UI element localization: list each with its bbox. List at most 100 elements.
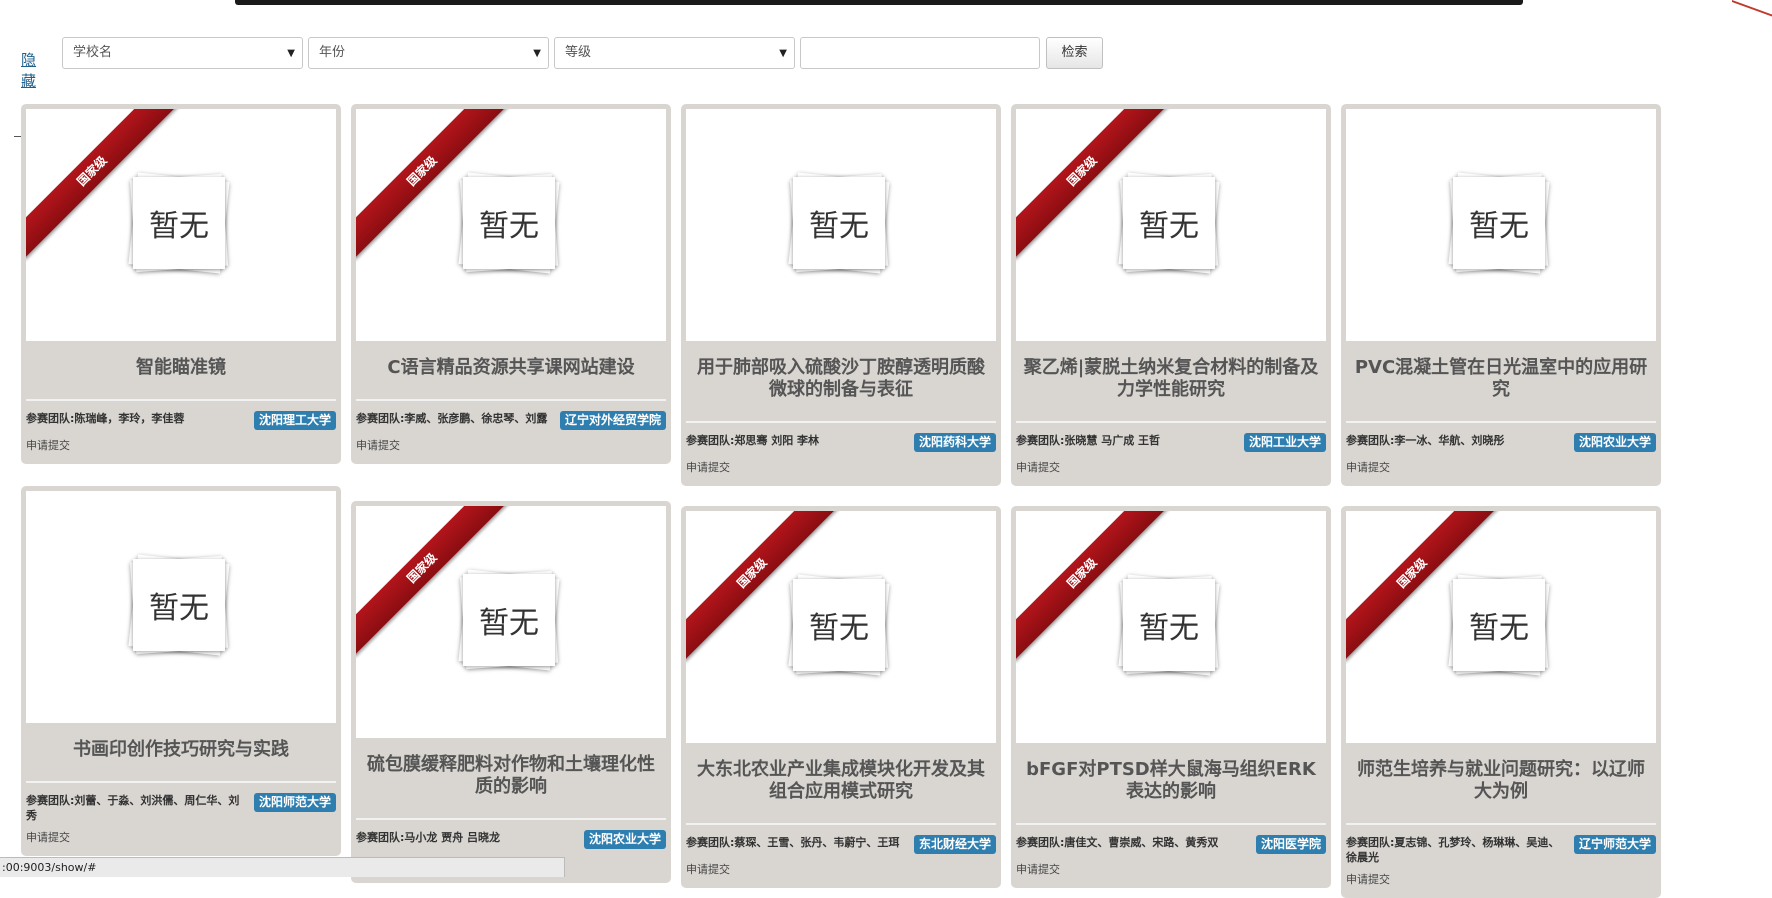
- project-thumbnail[interactable]: 国家级 暂无: [686, 511, 996, 743]
- project-meta: 参赛团队:刘蕾、于淼、刘洪儒、周仁华、刘秀 沈阳师范大学: [26, 783, 336, 823]
- search-button[interactable]: 检索: [1046, 37, 1103, 69]
- corner-decoration: [1732, 0, 1772, 31]
- placeholder-image-icon: 暂无: [458, 569, 560, 671]
- project-meta: 参赛团队:李威、张彦鹏、徐忠琴、刘露 辽宁对外经贸学院: [356, 401, 666, 431]
- placeholder-text: 暂无: [463, 574, 555, 666]
- placeholder-text: 暂无: [793, 579, 885, 671]
- chevron-down-icon: ▼: [533, 48, 541, 59]
- placeholder-image-icon: 暂无: [128, 554, 230, 656]
- chevron-down-icon: ▼: [287, 48, 295, 59]
- project-card[interactable]: 暂无 PVC混凝土管在日光温室中的应用研究参赛团队:李一冰、华航、刘晓彤 沈阳农业大…: [1341, 104, 1661, 486]
- project-title[interactable]: 书画印创作技巧研究与实践: [26, 723, 336, 783]
- level-select-value: 等级: [565, 45, 592, 60]
- team-members: 参赛团队:唐佳文、曹崇威、宋路、黄秀双: [1016, 836, 1219, 849]
- school-badge: 沈阳工业大学: [1243, 433, 1326, 452]
- project-card[interactable]: 暂无 用于肺部吸入硫酸沙丁胺醇透明质酸微球的制备与表征 参赛团队:郑思骞 刘阳 李林…: [681, 104, 1001, 486]
- placeholder-text: 暂无: [133, 559, 225, 651]
- project-meta: 参赛团队:马小龙 贾舟 吕晓龙 沈阳农业大学: [356, 820, 666, 850]
- school-badge: 辽宁师范大学: [1573, 835, 1656, 854]
- placeholder-image-icon: 暂无: [1118, 574, 1220, 676]
- project-card[interactable]: 国家级 暂无 硫包膜缓释肥料对作物和土壤理化性质的影响 参赛团队:马小龙 贾舟 吕晓龙…: [351, 501, 671, 883]
- project-title[interactable]: 师范生培养与就业问题研究：以辽师大为例: [1346, 743, 1656, 825]
- school-badge: 沈阳师范大学: [253, 793, 336, 812]
- project-thumbnail[interactable]: 国家级 暂无: [356, 109, 666, 341]
- status-bar-url: :00:9003/show/#: [0, 857, 565, 877]
- project-meta: 参赛团队:唐佳文、曹崇威、宋路、黄秀双 沈阳医学院: [1016, 825, 1326, 855]
- placeholder-text: 暂无: [463, 177, 555, 269]
- team-members: 参赛团队:张晓慧 马广成 王哲: [1016, 434, 1161, 447]
- project-meta: 参赛团队:李一冰、华航、刘晓彤 沈阳农业大学: [1346, 423, 1656, 453]
- year-select[interactable]: 年份 ▼: [308, 37, 549, 69]
- project-thumbnail[interactable]: 国家级 暂无: [1016, 109, 1326, 341]
- school-badge: 沈阳农业大学: [1573, 433, 1656, 452]
- project-card[interactable]: 暂无 书画印创作技巧研究与实践 参赛团队:刘蕾、于淼、刘洪儒、周仁华、刘秀 沈阳师范大…: [21, 486, 341, 856]
- placeholder-text: 暂无: [1123, 177, 1215, 269]
- placeholder-image-icon: 暂无: [458, 172, 560, 274]
- team-members: 参赛团队:刘蕾、于淼、刘洪儒、周仁华、刘秀: [26, 794, 240, 822]
- submit-status: 申请提交: [1346, 873, 1390, 886]
- project-meta: 参赛团队:陈瑞峰，李玲，李佳蓉 沈阳理工大学: [26, 401, 336, 431]
- team-members: 参赛团队:郑思骞 刘阳 李林: [686, 434, 820, 447]
- submit-status: 申请提交: [1016, 863, 1060, 876]
- team-members: 参赛团队:夏志锦、孔梦玲、杨琳琳、吴迪、徐晨光: [1346, 836, 1560, 864]
- project-card[interactable]: 国家级 暂无 bFGF对PTSD样大鼠海马组织ERK表达的影响 参赛团队:唐佳文、曹崇…: [1011, 506, 1331, 888]
- school-badge: 沈阳理工大学: [253, 411, 336, 430]
- placeholder-image-icon: 暂无: [1448, 172, 1550, 274]
- project-meta: 参赛团队:蔡琛、王雪、张丹、韦蔚宁、王珥 东北财经大学: [686, 825, 996, 855]
- project-title[interactable]: PVC混凝土管在日光温室中的应用研究: [1346, 341, 1656, 423]
- placeholder-text: 暂无: [1123, 579, 1215, 671]
- placeholder-text: 暂无: [793, 177, 885, 269]
- team-members: 参赛团队:李一冰、华航、刘晓彤: [1346, 434, 1505, 447]
- placeholder-text: 暂无: [1453, 177, 1545, 269]
- school-badge: 沈阳农业大学: [583, 830, 666, 849]
- placeholder-image-icon: 暂无: [1448, 574, 1550, 676]
- school-select[interactable]: 学校名 ▼: [62, 37, 303, 69]
- browser-top-bar: [235, 0, 1523, 5]
- project-title[interactable]: 聚乙烯|蒙脱土纳米复合材料的制备及力学性能研究: [1016, 341, 1326, 423]
- year-select-value: 年份: [319, 45, 346, 60]
- team-members: 参赛团队:马小龙 贾舟 吕晓龙: [356, 831, 501, 844]
- level-select[interactable]: 等级 ▼: [554, 37, 795, 69]
- hide-link[interactable]: 隐藏: [21, 49, 36, 91]
- project-card[interactable]: 国家级 暂无 聚乙烯|蒙脱土纳米复合材料的制备及力学性能研究 参赛团队:张晓慧 马广成…: [1011, 104, 1331, 486]
- school-badge: 沈阳药科大学: [913, 433, 996, 452]
- project-title[interactable]: C语言精品资源共享课网站建设: [356, 341, 666, 401]
- school-select-value: 学校名: [73, 45, 113, 60]
- project-meta: 参赛团队:郑思骞 刘阳 李林 沈阳药科大学: [686, 423, 996, 453]
- team-members: 参赛团队:陈瑞峰，李玲，李佳蓉: [26, 412, 185, 425]
- project-title[interactable]: 硫包膜缓释肥料对作物和土壤理化性质的影响: [356, 738, 666, 820]
- project-thumbnail[interactable]: 国家级 暂无: [356, 506, 666, 738]
- team-members: 参赛团队:李威、张彦鹏、徐忠琴、刘露: [356, 412, 548, 425]
- project-meta: 参赛团队:张晓慧 马广成 王哲 沈阳工业大学: [1016, 423, 1326, 453]
- search-input[interactable]: [800, 37, 1040, 69]
- project-thumbnail[interactable]: 国家级 暂无: [26, 109, 336, 341]
- submit-status: 申请提交: [1016, 461, 1060, 474]
- project-thumbnail[interactable]: 国家级 暂无: [1016, 511, 1326, 743]
- team-members: 参赛团队:蔡琛、王雪、张丹、韦蔚宁、王珥: [686, 836, 900, 849]
- school-badge: 沈阳医学院: [1255, 835, 1326, 854]
- project-card[interactable]: 国家级 暂无 智能瞄准镜参赛团队:陈瑞峰，李玲，李佳蓉 沈阳理工大学申请提交: [21, 104, 341, 464]
- project-title[interactable]: 大东北农业产业集成模块化开发及其组合应用模式研究: [686, 743, 996, 825]
- project-card[interactable]: 国家级 暂无 C语言精品资源共享课网站建设 参赛团队:李威、张彦鹏、徐忠琴、刘露 辽宁对…: [351, 104, 671, 464]
- project-thumbnail[interactable]: 暂无: [1346, 109, 1656, 341]
- submit-status: 申请提交: [26, 831, 70, 844]
- project-title[interactable]: 用于肺部吸入硫酸沙丁胺醇透明质酸微球的制备与表征: [686, 341, 996, 423]
- placeholder-image-icon: 暂无: [1118, 172, 1220, 274]
- school-badge: 辽宁对外经贸学院: [559, 411, 666, 430]
- submit-status: 申请提交: [1346, 461, 1390, 474]
- project-thumbnail[interactable]: 国家级 暂无: [1346, 511, 1656, 743]
- school-badge: 东北财经大学: [913, 835, 996, 854]
- chevron-down-icon: ▼: [779, 48, 787, 59]
- project-card[interactable]: 国家级 暂无 师范生培养与就业问题研究：以辽师大为例参赛团队:夏志锦、孔梦玲、杨琳琳…: [1341, 506, 1661, 898]
- project-thumbnail[interactable]: 暂无: [26, 491, 336, 723]
- project-title[interactable]: 智能瞄准镜: [26, 341, 336, 401]
- submit-status: 申请提交: [26, 439, 70, 452]
- project-card[interactable]: 国家级 暂无 大东北农业产业集成模块化开发及其组合应用模式研究 参赛团队:蔡琛、王雪、…: [681, 506, 1001, 888]
- divider-tick: [14, 136, 21, 137]
- submit-status: 申请提交: [686, 863, 730, 876]
- submit-status: 申请提交: [686, 461, 730, 474]
- project-title[interactable]: bFGF对PTSD样大鼠海马组织ERK表达的影响: [1016, 743, 1326, 825]
- placeholder-text: 暂无: [1453, 579, 1545, 671]
- submit-status: 申请提交: [356, 439, 400, 452]
- project-thumbnail[interactable]: 暂无: [686, 109, 996, 341]
